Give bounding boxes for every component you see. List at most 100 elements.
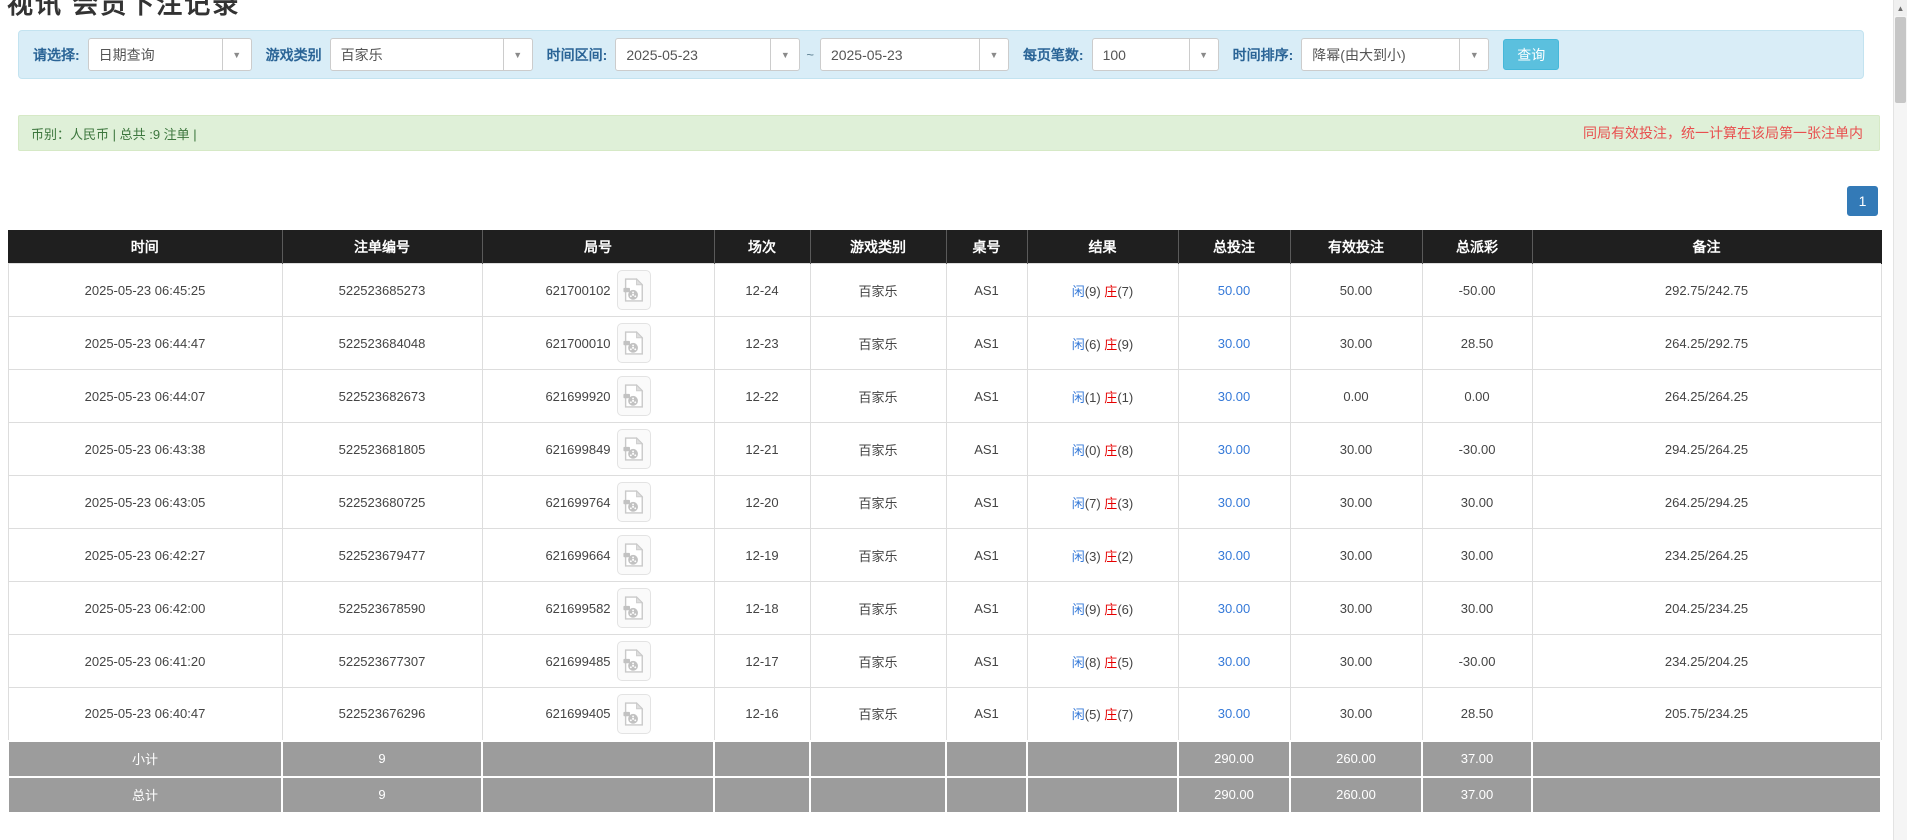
video-replay-button[interactable]	[617, 588, 651, 628]
round-id-group: 621699582	[487, 588, 710, 628]
table-row: 2025-05-23 06:41:20522523677307621699485…	[8, 635, 1881, 688]
chevron-down-icon: ▼	[979, 39, 1008, 70]
player-result-label: 闲	[1072, 549, 1085, 564]
date-to-value: 2025-05-23	[821, 39, 979, 70]
total-bet-link[interactable]: 30.00	[1218, 548, 1251, 563]
date-from-picker[interactable]: 2025-05-23 ▼	[615, 38, 800, 71]
total-bet-link[interactable]: 50.00	[1218, 283, 1251, 298]
banker-result-label: 庄	[1104, 602, 1117, 617]
banker-result-score: (9)	[1117, 337, 1133, 352]
cell-session: 12-18	[714, 582, 810, 635]
video-replay-button[interactable]	[617, 641, 651, 681]
total-row-empty-cell	[1027, 777, 1178, 813]
total-bet-link[interactable]: 30.00	[1218, 442, 1251, 457]
chevron-down-icon: ▼	[503, 39, 532, 70]
table-header-cell: 结果	[1027, 231, 1178, 264]
cell-bet-id: 522523676296	[282, 688, 482, 741]
video-replay-button[interactable]	[617, 270, 651, 310]
total-bet-link[interactable]: 30.00	[1218, 495, 1251, 510]
filter-bar: 请选择: 日期查询 ▼ 游戏类别 百家乐 ▼ 时间区间: 2025-05-23 …	[18, 30, 1864, 79]
query-type-value: 日期查询	[89, 39, 222, 70]
cell-session: 12-22	[714, 370, 810, 423]
video-replay-button[interactable]	[617, 482, 651, 522]
cell-result: 闲(9) 庄(7)	[1027, 264, 1178, 317]
table-row: 2025-05-23 06:43:38522523681805621699849…	[8, 423, 1881, 476]
total-row-count: 9	[282, 777, 482, 813]
video-replay-button[interactable]	[617, 535, 651, 575]
player-result-label: 闲	[1072, 284, 1085, 299]
video-replay-button[interactable]	[617, 429, 651, 469]
cell-total-bet: 30.00	[1178, 635, 1290, 688]
player-result-label: 闲	[1072, 496, 1085, 511]
table-header-row: 时间注单编号局号场次游戏类别桌号结果总投注有效投注总派彩备注	[8, 231, 1881, 264]
cell-result: 闲(5) 庄(7)	[1027, 688, 1178, 741]
round-id-group: 621699664	[487, 535, 710, 575]
cell-total-bet: 30.00	[1178, 582, 1290, 635]
range-separator: ~	[806, 47, 814, 62]
time-sort-select[interactable]: 降幂(由大到小) ▼	[1301, 38, 1489, 71]
cell-remark: 294.25/264.25	[1532, 423, 1881, 476]
cell-payout: 30.00	[1422, 529, 1532, 582]
cell-time: 2025-05-23 06:45:25	[8, 264, 282, 317]
cell-round-id: 621699582	[482, 582, 714, 635]
page-1-button[interactable]: 1	[1847, 186, 1878, 216]
vertical-scrollbar[interactable]: ▲	[1893, 0, 1907, 840]
subtotal-row-empty-cell	[482, 741, 714, 777]
video-replay-button[interactable]	[617, 694, 651, 734]
player-result-label: 闲	[1072, 707, 1085, 722]
player-result-label: 闲	[1072, 337, 1085, 352]
cell-total-bet: 30.00	[1178, 423, 1290, 476]
game-type-select[interactable]: 百家乐 ▼	[330, 38, 533, 71]
table-header-cell: 注单编号	[282, 231, 482, 264]
total-bet-link[interactable]: 30.00	[1218, 654, 1251, 669]
round-id-group: 621699920	[487, 376, 710, 416]
cell-time: 2025-05-23 06:42:00	[8, 582, 282, 635]
cell-total-bet: 30.00	[1178, 370, 1290, 423]
cell-valid-bet: 30.00	[1290, 529, 1422, 582]
cell-time: 2025-05-23 06:43:38	[8, 423, 282, 476]
page-size-select[interactable]: 100 ▼	[1092, 38, 1219, 71]
round-id-text: 621699485	[545, 654, 610, 669]
cell-payout: 28.50	[1422, 688, 1532, 741]
cell-valid-bet: 30.00	[1290, 582, 1422, 635]
total-bet-link[interactable]: 30.00	[1218, 706, 1251, 721]
total-row-total-bet: 290.00	[1178, 777, 1290, 813]
video-replay-button[interactable]	[617, 323, 651, 363]
banker-result-label: 庄	[1104, 337, 1117, 352]
banker-result-label: 庄	[1104, 443, 1117, 458]
cell-session: 12-21	[714, 423, 810, 476]
cell-total-bet: 30.00	[1178, 688, 1290, 741]
cell-result: 闲(8) 庄(5)	[1027, 635, 1178, 688]
cell-table-no: AS1	[946, 317, 1027, 370]
round-id-text: 621700010	[545, 336, 610, 351]
cell-session: 12-16	[714, 688, 810, 741]
film-file-icon	[623, 701, 644, 727]
cell-total-bet: 50.00	[1178, 264, 1290, 317]
cell-payout: -30.00	[1422, 635, 1532, 688]
video-replay-button[interactable]	[617, 376, 651, 416]
scroll-up-arrow-icon[interactable]: ▲	[1894, 0, 1907, 16]
round-id-text: 621700102	[545, 283, 610, 298]
player-result-score: (8)	[1085, 655, 1105, 670]
table-row: 2025-05-23 06:44:47522523684048621700010…	[8, 317, 1881, 370]
page-size-value: 100	[1093, 39, 1189, 70]
cell-payout: 28.50	[1422, 317, 1532, 370]
total-bet-link[interactable]: 30.00	[1218, 336, 1251, 351]
banker-result-score: (8)	[1117, 443, 1133, 458]
round-id-group: 621699405	[487, 694, 710, 734]
banker-result-score: (5)	[1117, 655, 1133, 670]
scrollbar-thumb[interactable]	[1895, 17, 1906, 103]
banker-result-score: (3)	[1117, 496, 1133, 511]
date-to-picker[interactable]: 2025-05-23 ▼	[820, 38, 1009, 71]
subtotal-row-count: 9	[282, 741, 482, 777]
total-row-empty-cell	[714, 777, 810, 813]
query-type-select[interactable]: 日期查询 ▼	[88, 38, 252, 71]
player-result-label: 闲	[1072, 655, 1085, 670]
total-bet-link[interactable]: 30.00	[1218, 601, 1251, 616]
search-button[interactable]: 查询	[1503, 39, 1559, 70]
cell-round-id: 621699485	[482, 635, 714, 688]
cell-session: 12-19	[714, 529, 810, 582]
total-bet-link[interactable]: 30.00	[1218, 389, 1251, 404]
cell-table-no: AS1	[946, 582, 1027, 635]
film-file-icon	[623, 330, 644, 356]
